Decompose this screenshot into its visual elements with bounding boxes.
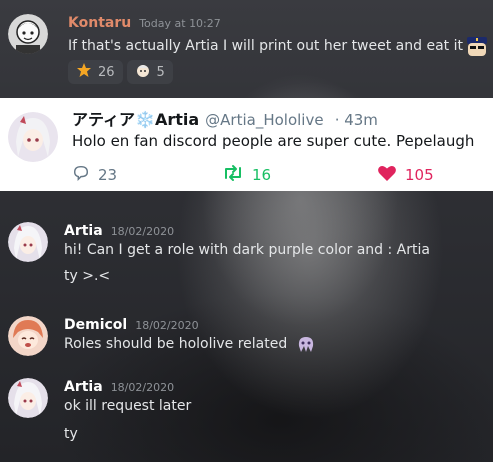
message-header: Artia 18/02/2020 [64,376,174,395]
like-button[interactable]: 105 [377,164,434,186]
timestamp: 18/02/2020 [110,381,175,394]
heart-icon [377,164,397,186]
avatar[interactable] [8,316,48,356]
tweet-avatar[interactable] [8,112,58,162]
tweet-header: アティア❄️Artia @Artia_Hololive · 43m [72,106,378,130]
author-name[interactable]: Artia [64,379,103,395]
timestamp: Today at 10:27 [139,17,221,30]
retweet-icon [222,164,244,186]
avatar[interactable] [8,14,48,54]
star-icon [76,62,92,82]
message-text: ty [64,426,78,442]
avatar[interactable] [8,378,48,418]
reaction-custom-emote[interactable]: 5 [126,60,173,84]
timestamp: 18/02/2020 [135,319,199,332]
message-text: hi! Can I get a role with dark purple co… [64,242,430,258]
reply-button[interactable]: 23 [72,164,117,186]
retweet-button[interactable]: 16 [222,164,271,186]
author-name[interactable]: Artia [64,223,103,239]
tweet-handle[interactable]: @Artia_Hololive [205,111,323,129]
custom-emote-icon [135,62,151,82]
tweet-actions: 23 16 105 [72,164,472,186]
custom-emote-icon [296,334,316,354]
retweet-count: 16 [252,166,272,184]
message-header: Kontaru Today at 10:27 [68,12,221,31]
tweet-age: · 43m [334,111,378,129]
message-header: Artia 18/02/2020 [64,220,174,239]
author-name[interactable]: Demicol [64,317,127,333]
message-text: If that's actually Artia I will print ou… [68,38,463,54]
police-emote-icon [464,34,490,58]
reaction-count: 26 [98,64,115,80]
avatar[interactable] [8,222,48,262]
tweet-text: Holo en fan discord people are super cut… [72,132,475,150]
tweet-card[interactable]: アティア❄️Artia @Artia_Hololive · 43m Holo en… [0,98,493,191]
like-count: 105 [405,166,434,184]
message-text: ty >.< [64,268,111,284]
author-name[interactable]: Kontaru [68,15,131,31]
reply-icon [72,164,90,186]
timestamp: 18/02/2020 [110,225,175,238]
message-text: ok ill request later [64,398,192,414]
message-text: Roles should be hololive related [64,336,288,352]
reaction-count: 5 [156,64,165,80]
reaction-star[interactable]: 26 [68,60,123,84]
message-header: Demicol 18/02/2020 [64,314,199,333]
reactions-bar: 26 5 [68,60,173,84]
reply-count: 23 [98,166,118,184]
message-line: Roles should be hololive related [64,333,316,355]
tweet-display-name[interactable]: アティア❄️Artia [72,110,199,129]
